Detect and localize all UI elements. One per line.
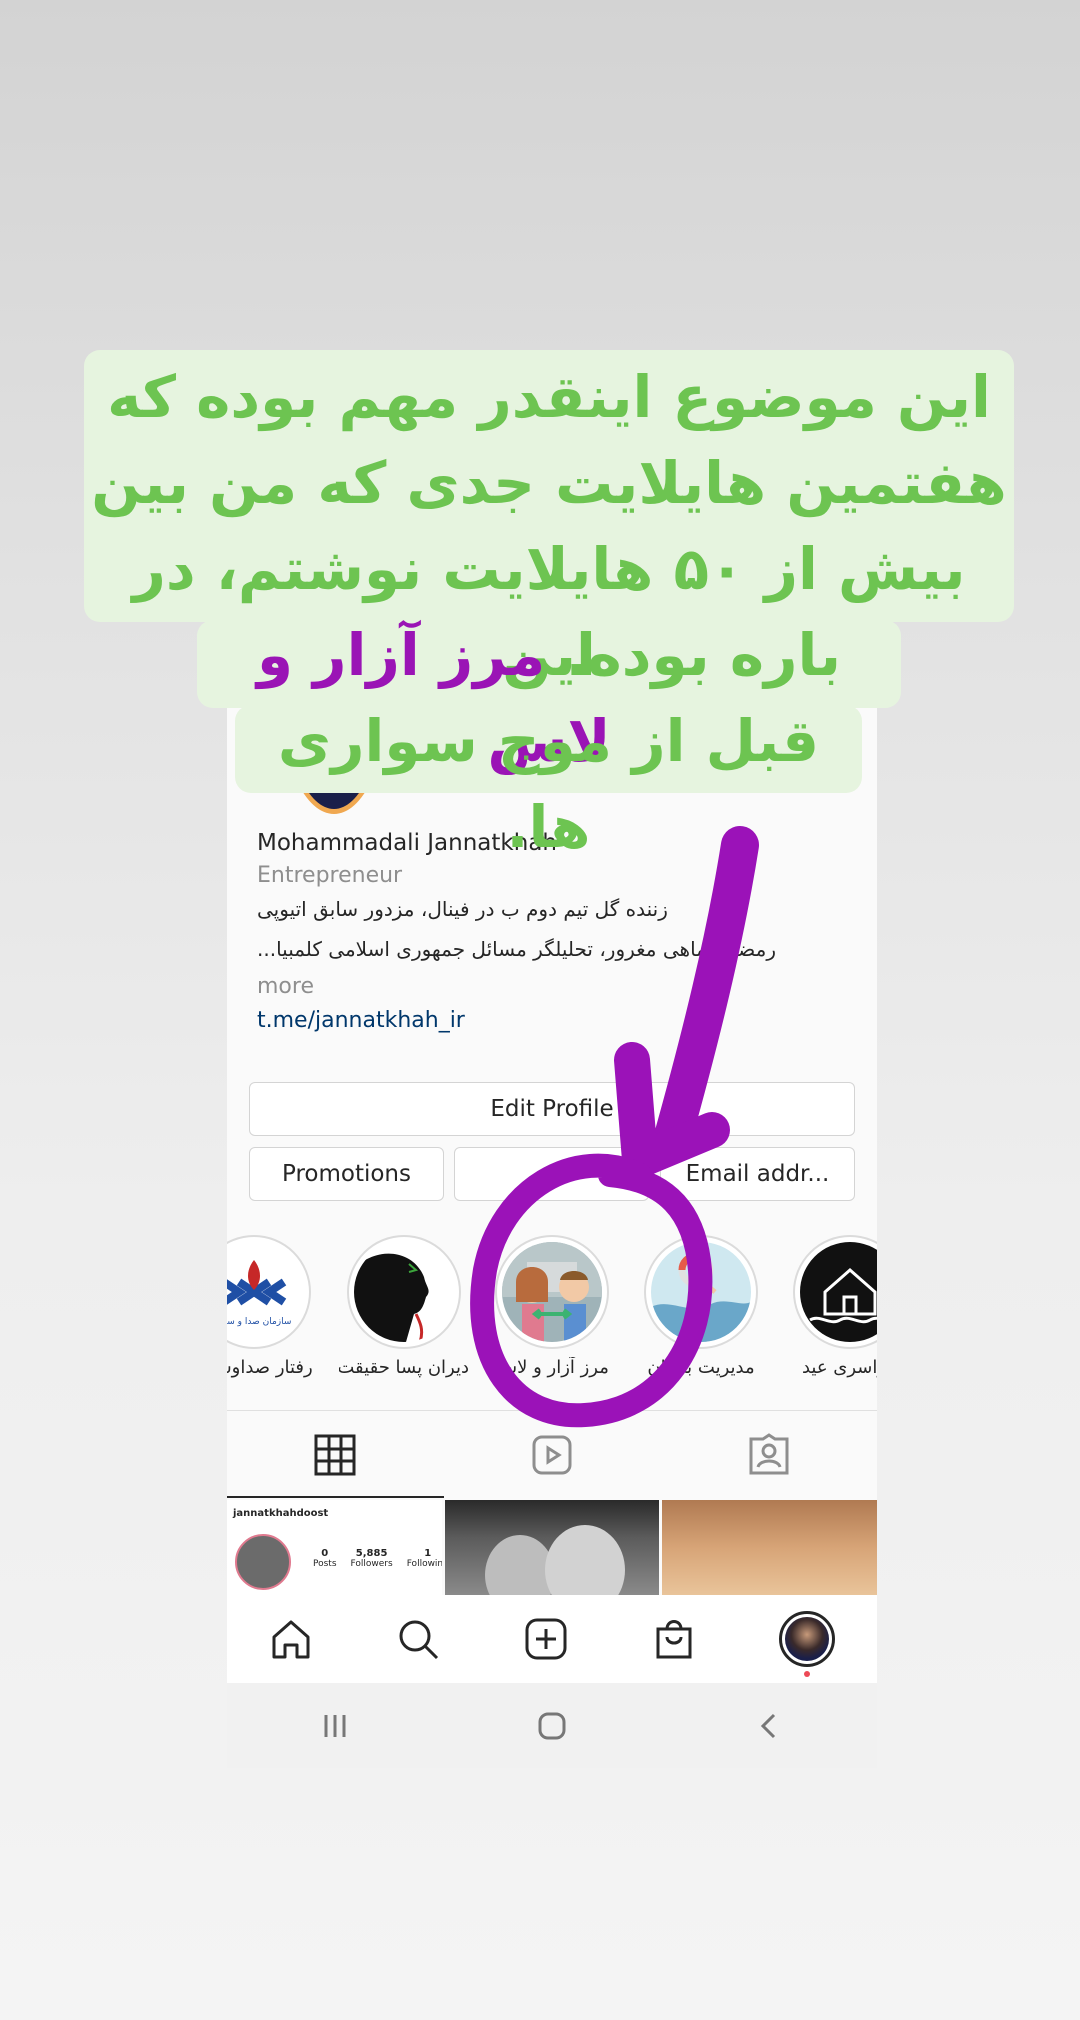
tab-tagged[interactable] (660, 1411, 877, 1498)
caption-text: باره بوده. (565, 621, 842, 689)
recents-icon[interactable] (318, 1709, 352, 1743)
tab-reels[interactable] (444, 1411, 661, 1498)
caption-line: این موضوع اینقدر مهم بوده که (107, 363, 991, 431)
new-post-icon[interactable] (524, 1617, 568, 1661)
mini-username: jannatkhahdoost (233, 1508, 329, 1519)
mini-avatar (235, 1534, 291, 1590)
highlight-item[interactable]: مرز آزار و لاس (495, 1235, 609, 1378)
promotions-button[interactable]: Promotions (249, 1147, 444, 1201)
highlight-label: دیران پسا حقیقت (339, 1357, 469, 1378)
home-icon[interactable] (269, 1617, 313, 1661)
lifebuoy-icon (651, 1242, 751, 1342)
grid-icon (314, 1434, 356, 1475)
caption-line: قبل از موج سواری ها. (277, 707, 820, 861)
home-circle-icon[interactable] (535, 1709, 569, 1743)
email-button[interactable]: Email addr... (660, 1147, 855, 1201)
profile-avatar[interactable] (779, 1611, 836, 1677)
mini-posts: 0 Posts (313, 1548, 337, 1569)
highlight-item[interactable]: دیران پسا حقیقت (339, 1235, 469, 1378)
highlight-item[interactable]: سازمان صدا و سیما رفتار صداوسیما (227, 1235, 313, 1378)
system-nav-bar (227, 1683, 877, 1768)
shop-icon[interactable] (652, 1617, 696, 1661)
insights-button[interactable] (454, 1147, 649, 1201)
highlight-label: عزاسری عید (801, 1357, 877, 1378)
profile-tabs (227, 1410, 877, 1498)
profile-bio-line1: زننده گل تیم دوم ب در فینال، مزدور سابق … (257, 897, 668, 921)
tab-grid[interactable] (227, 1411, 444, 1498)
bottom-nav (227, 1595, 877, 1683)
caption-line: هفتمین هایلایت جدی که من بین (91, 449, 1007, 517)
reels-icon (532, 1435, 572, 1474)
highlight-label: رفتار صداوسیما (227, 1357, 313, 1378)
irib-logo-icon: سازمان صدا و سیما (227, 1242, 304, 1342)
back-icon[interactable] (752, 1709, 786, 1743)
posts-grid: jannatkhahdoost 0 Posts 5,885 Followers 1F… (227, 1500, 877, 1595)
post-thumbnail[interactable] (662, 1500, 877, 1595)
profile-bio-line2: رمضون ماهی مغرور، تحلیلگر مسائل جمهوری ا… (257, 937, 776, 961)
svg-text:سازمان صدا و سیما: سازمان صدا و سیما (227, 1317, 291, 1327)
search-icon[interactable] (396, 1617, 440, 1661)
mini-following: 1Following (406, 1548, 442, 1569)
highlight-item[interactable]: مدیریت بحران (644, 1235, 758, 1378)
tagged-icon (749, 1432, 789, 1474)
highlight-item[interactable]: عزاسری عید (793, 1235, 877, 1378)
post-thumbnail[interactable] (444, 1500, 660, 1595)
highlight-label: مرز آزار و لاس (495, 1357, 609, 1378)
mini-followers: 5,885 Followers (350, 1548, 393, 1569)
flooded-house-icon (800, 1242, 877, 1342)
profile-link[interactable]: t.me/jannatkhah_ir (257, 1008, 465, 1033)
edit-profile-button[interactable]: Edit Profile (249, 1082, 855, 1136)
silhouette-icon (354, 1242, 454, 1342)
couple-icon (502, 1242, 602, 1342)
highlight-label: مدیریت بحران (647, 1357, 755, 1378)
bio-more-link[interactable]: more (257, 974, 314, 999)
post-thumbnail[interactable]: jannatkhahdoost 0 Posts 5,885 Followers 1F… (227, 1500, 442, 1595)
